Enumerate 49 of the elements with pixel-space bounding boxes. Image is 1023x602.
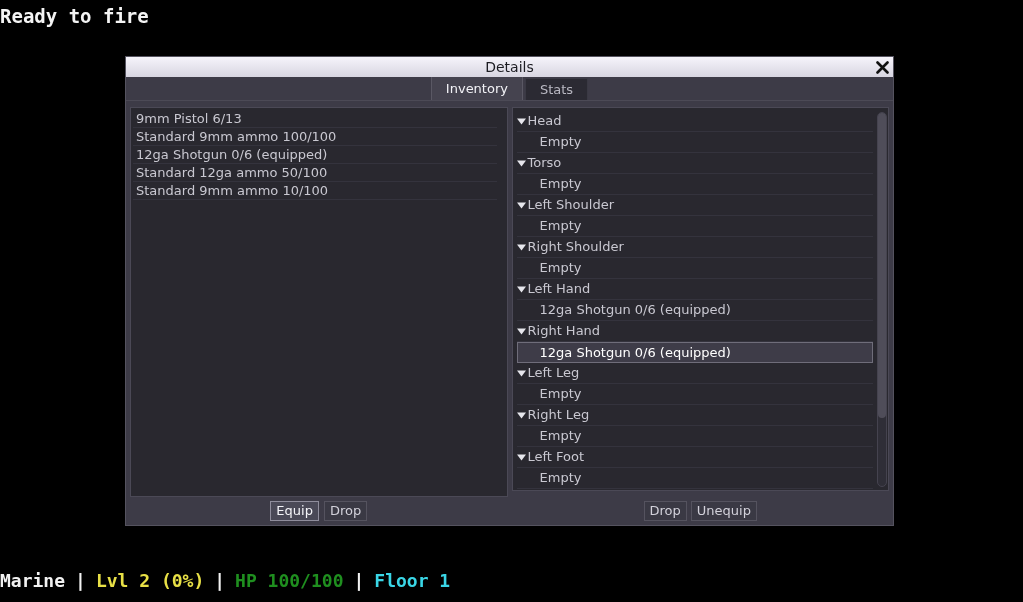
tab[interactable]: Inventory bbox=[430, 76, 523, 100]
status-text: | bbox=[75, 571, 86, 591]
list-item[interactable]: Standard 9mm ammo 100/100 bbox=[133, 128, 497, 146]
status-text: Lvl 2 (0%) bbox=[95, 571, 205, 591]
action-button[interactable]: Drop bbox=[643, 501, 687, 521]
tree-item[interactable]: 12ga Shotgun 0/6 (equipped) bbox=[516, 300, 873, 321]
tree-item[interactable]: Left Hand bbox=[516, 279, 873, 300]
tree-item[interactable]: Empty bbox=[516, 468, 873, 489]
tree-item[interactable]: Head bbox=[516, 111, 873, 132]
action-button[interactable]: Equip bbox=[270, 501, 319, 521]
caret-down-icon[interactable] bbox=[516, 117, 526, 125]
tree-item[interactable]: Left Shoulder bbox=[516, 195, 873, 216]
list-item[interactable]: Standard 12ga ammo 50/100 bbox=[133, 164, 497, 182]
close-button[interactable] bbox=[874, 59, 890, 75]
status-text: HP 100/100 bbox=[235, 571, 344, 591]
tree-item[interactable]: Left Foot bbox=[516, 447, 873, 468]
list-item[interactable]: 9mm Pistol 6/13 bbox=[133, 110, 497, 128]
status-text: | bbox=[353, 571, 365, 591]
caret-down-icon[interactable] bbox=[516, 201, 526, 209]
tree-item[interactable]: Empty bbox=[516, 132, 873, 153]
caret-down-icon[interactable] bbox=[516, 411, 526, 419]
status-text: | bbox=[214, 571, 226, 591]
tree-item[interactable]: Left Leg bbox=[516, 363, 873, 384]
window-title: Details bbox=[485, 58, 534, 76]
tab[interactable]: Stats bbox=[524, 78, 589, 100]
tree-item[interactable]: Empty bbox=[516, 384, 873, 405]
tree-item[interactable]: Right Shoulder bbox=[516, 237, 873, 258]
tree-item[interactable]: Right Leg bbox=[516, 405, 873, 426]
list-item[interactable]: 12ga Shotgun 0/6 (equipped) bbox=[133, 146, 497, 164]
caret-down-icon[interactable] bbox=[516, 159, 526, 167]
caret-down-icon[interactable] bbox=[516, 285, 526, 293]
caret-down-icon[interactable] bbox=[516, 453, 526, 461]
status-text: Floor 1 bbox=[374, 571, 451, 591]
tree-item[interactable]: Empty bbox=[516, 426, 873, 447]
list-item[interactable]: Standard 9mm ammo 10/100 bbox=[133, 182, 497, 200]
tree-item[interactable]: Empty bbox=[516, 174, 873, 195]
tree-item[interactable]: Torso bbox=[516, 153, 873, 174]
caret-down-icon[interactable] bbox=[516, 327, 526, 335]
tree-item[interactable]: Empty bbox=[516, 216, 873, 237]
status-text: Marine bbox=[0, 571, 66, 591]
action-button[interactable]: Drop bbox=[323, 501, 368, 521]
action-button[interactable]: Unequip bbox=[690, 501, 757, 521]
close-icon bbox=[875, 60, 889, 74]
tree-item[interactable]: 12ga Shotgun 0/6 (equipped) bbox=[516, 342, 873, 363]
tree-item[interactable]: Empty bbox=[516, 258, 873, 279]
status-message: Ready to fire bbox=[0, 4, 149, 27]
caret-down-icon[interactable] bbox=[516, 369, 526, 377]
caret-down-icon[interactable] bbox=[516, 243, 526, 251]
scrollbar-thumb[interactable] bbox=[878, 113, 886, 418]
